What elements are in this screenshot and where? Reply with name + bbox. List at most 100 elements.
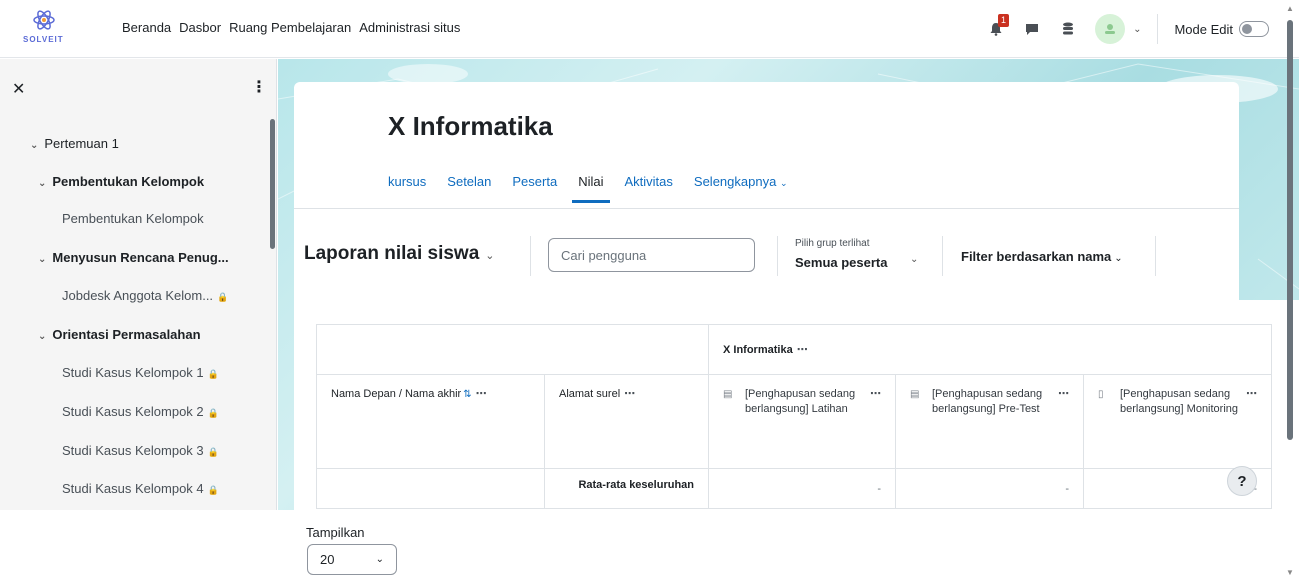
- column-actions-icon[interactable]: ⋯: [476, 388, 487, 400]
- sidebar-section-label: Pembentukan Kelompok: [52, 174, 205, 189]
- nav-link-dasbor[interactable]: Dasbor: [179, 20, 221, 35]
- sidebar-section-label: Orientasi Permasalahan: [52, 327, 201, 342]
- grade-item-label[interactable]: [Penghapusan sedang berlangsung] Monitor…: [1120, 387, 1242, 417]
- grade-item-label[interactable]: [Penghapusan sedang berlangsung] Pre-Tes…: [932, 387, 1054, 417]
- assignment-icon: ▤: [723, 389, 733, 400]
- mode-edit-toggle[interactable]: [1239, 21, 1269, 37]
- controls-divider: [942, 236, 943, 276]
- sidebar-section-orientasi-permasalahan[interactable]: ⌄ Orientasi Permasalahan: [38, 327, 201, 342]
- chevron-down-icon: ⌄: [1114, 253, 1123, 264]
- sidebar-section-label: Menyusun Rencana Penug...: [52, 250, 229, 265]
- category-actions-icon[interactable]: ⋯: [797, 344, 808, 356]
- nav-link-ruang-pembelajaran[interactable]: Ruang Pembelajaran: [229, 20, 351, 35]
- drawer-menu-kebab-icon[interactable]: ⋮: [251, 77, 267, 97]
- report-title: Laporan nilai siswa: [304, 243, 480, 264]
- sidebar-item-studi-kasus-1[interactable]: Studi Kasus Kelompok 1 🔒: [62, 365, 219, 380]
- per-page-select[interactable]: 20 ⌄: [307, 544, 397, 575]
- grade-item-label[interactable]: [Penghapusan sedang berlangsung] Latihan: [745, 387, 866, 417]
- tab-peserta[interactable]: Peserta: [512, 174, 557, 203]
- overall-average-label: Rata-rata keseluruhan: [544, 468, 709, 509]
- tab-selengkapnya[interactable]: Selengkapnya ⌄: [694, 174, 788, 203]
- sidebar-section-pembentukan-kelompok[interactable]: ⌄ Pembentukan Kelompok: [38, 174, 204, 189]
- controls-divider: [530, 236, 531, 276]
- tab-kursus[interactable]: kursus: [388, 174, 426, 203]
- page-scrollbar[interactable]: [1287, 20, 1293, 440]
- col-header-name: Nama Depan / Nama akhir ⇅ ⋯: [316, 374, 545, 469]
- sidebar-item-studi-kasus-4[interactable]: Studi Kasus Kelompok 4 🔒: [62, 481, 219, 496]
- lock-icon: 🔒: [207, 447, 219, 457]
- notification-bell-icon[interactable]: 1: [985, 14, 1010, 40]
- drawer-scrollbar[interactable]: [270, 119, 275, 249]
- sidebar-item-studi-kasus-3[interactable]: Studi Kasus Kelompok 3 🔒: [62, 443, 219, 458]
- sidebar-section-pertemuan-1[interactable]: ⌄ Pertemuan 1: [30, 136, 119, 151]
- nav-right: 1 ⌄ Mode Edit: [971, 14, 1269, 44]
- file-icon: ▯: [1098, 389, 1104, 400]
- search-user-input[interactable]: Cari pengguna: [548, 238, 755, 272]
- overall-average-value: -: [708, 468, 896, 509]
- sidebar-item-label: Studi Kasus Kelompok 1: [62, 365, 204, 380]
- course-index-drawer: ✕ ⋮ ⌄ Pertemuan 1 ⌄ Pembentukan Kelompok P…: [0, 59, 277, 510]
- per-page-value: 20: [320, 552, 335, 567]
- nav-link-administrasi-situs[interactable]: Administrasi situs: [359, 20, 460, 35]
- col-header-name-label[interactable]: Nama Depan / Nama akhir: [331, 388, 461, 400]
- scroll-up-arrow-icon[interactable]: ▲: [1286, 4, 1294, 13]
- sidebar-item-studi-kasus-2[interactable]: Studi Kasus Kelompok 2 🔒: [62, 404, 219, 419]
- scroll-down-arrow-icon[interactable]: ▼: [1286, 568, 1294, 577]
- chevron-down-icon[interactable]: ⌄: [38, 254, 46, 265]
- table-cell-empty: [316, 468, 545, 509]
- logo-text: SOLVEIT: [23, 35, 64, 44]
- primary-nav: Beranda Dasbor Ruang Pembelajaran Admini…: [122, 20, 468, 35]
- table-category-row: X Informatika ⋯: [316, 324, 1272, 375]
- table-header-row: Nama Depan / Nama akhir ⇅ ⋯ Alamat surel ⋯ …: [316, 374, 1272, 469]
- sidebar-item-label: Pembentukan Kelompok: [62, 211, 204, 226]
- category-header-cell: X Informatika ⋯: [708, 324, 1272, 375]
- user-menu-chevron-down-icon[interactable]: ⌄: [1133, 24, 1141, 35]
- per-page-label: Tampilkan: [306, 525, 365, 540]
- sort-asc-icon[interactable]: ⇅: [463, 389, 471, 400]
- category-header-label: X Informatika: [723, 344, 793, 356]
- close-drawer-icon[interactable]: ✕: [12, 79, 25, 99]
- chevron-down-icon[interactable]: ⌄: [38, 178, 46, 189]
- sidebar-item-label: Studi Kasus Kelompok 2: [62, 404, 204, 419]
- chevron-down-icon: ⌄: [485, 250, 495, 262]
- sidebar-section-menyusun-rencana[interactable]: ⌄ Menyusun Rencana Penug...: [38, 250, 229, 265]
- item-actions-icon[interactable]: ⋯: [1058, 387, 1069, 417]
- nav-link-beranda[interactable]: Beranda: [122, 20, 171, 35]
- course-tabs: kursus Setelan Peserta Nilai Aktivitas S…: [388, 174, 808, 203]
- tabs-divider: [294, 208, 1239, 209]
- controls-divider: [1155, 236, 1156, 276]
- tab-aktivitas[interactable]: Aktivitas: [625, 174, 673, 203]
- col-header-email: Alamat surel ⋯: [544, 374, 709, 469]
- tab-setelan[interactable]: Setelan: [447, 174, 491, 203]
- group-chevron-down-icon[interactable]: ⌄: [910, 254, 918, 265]
- item-actions-icon[interactable]: ⋯: [1246, 387, 1257, 417]
- group-selector-label: Pilih grup terlihat: [795, 238, 870, 249]
- database-icon[interactable]: [1057, 18, 1079, 40]
- sidebar-item-label: Jobdesk Anggota Kelom...: [62, 288, 214, 303]
- item-actions-icon[interactable]: ⋯: [870, 387, 881, 417]
- col-header-item-latihan: ▤ [Penghapusan sedang berlangsung] Latiha…: [708, 374, 896, 469]
- top-navbar: SOLVEIT Beranda Dasbor Ruang Pembelajara…: [0, 0, 1299, 58]
- group-selector-value[interactable]: Semua peserta: [795, 255, 888, 270]
- tab-selengkapnya-label: Selengkapnya: [693, 174, 777, 189]
- messages-icon[interactable]: [1021, 18, 1043, 40]
- sidebar-item-jobdesk-anggota[interactable]: Jobdesk Anggota Kelom... 🔒: [62, 288, 228, 303]
- chevron-down-icon[interactable]: ⌄: [38, 331, 46, 342]
- tab-nilai[interactable]: Nilai: [572, 174, 610, 203]
- overall-average-value: -: [895, 468, 1084, 509]
- chevron-down-icon[interactable]: ⌄: [30, 140, 38, 151]
- lock-icon: 🔒: [207, 485, 219, 495]
- filter-by-name-dropdown[interactable]: Filter berdasarkan nama ⌄: [961, 249, 1123, 264]
- help-button[interactable]: ?: [1227, 466, 1257, 496]
- report-selector[interactable]: Laporan nilai siswa ⌄: [304, 243, 495, 265]
- table-row-overall-average: Rata-rata keseluruhan - - -: [316, 468, 1272, 509]
- mode-edit-control[interactable]: Mode Edit: [1174, 21, 1269, 37]
- lock-icon: 🔒: [207, 369, 219, 379]
- quiz-icon: ▤: [910, 389, 920, 400]
- sidebar-item-pembentukan-kelompok[interactable]: Pembentukan Kelompok: [62, 211, 204, 226]
- column-actions-icon[interactable]: ⋯: [624, 388, 635, 400]
- col-header-email-label: Alamat surel: [559, 388, 621, 400]
- chevron-down-icon: ⌄: [779, 178, 788, 188]
- filter-label: Filter berdasarkan nama: [961, 249, 1112, 264]
- user-avatar[interactable]: [1095, 14, 1126, 44]
